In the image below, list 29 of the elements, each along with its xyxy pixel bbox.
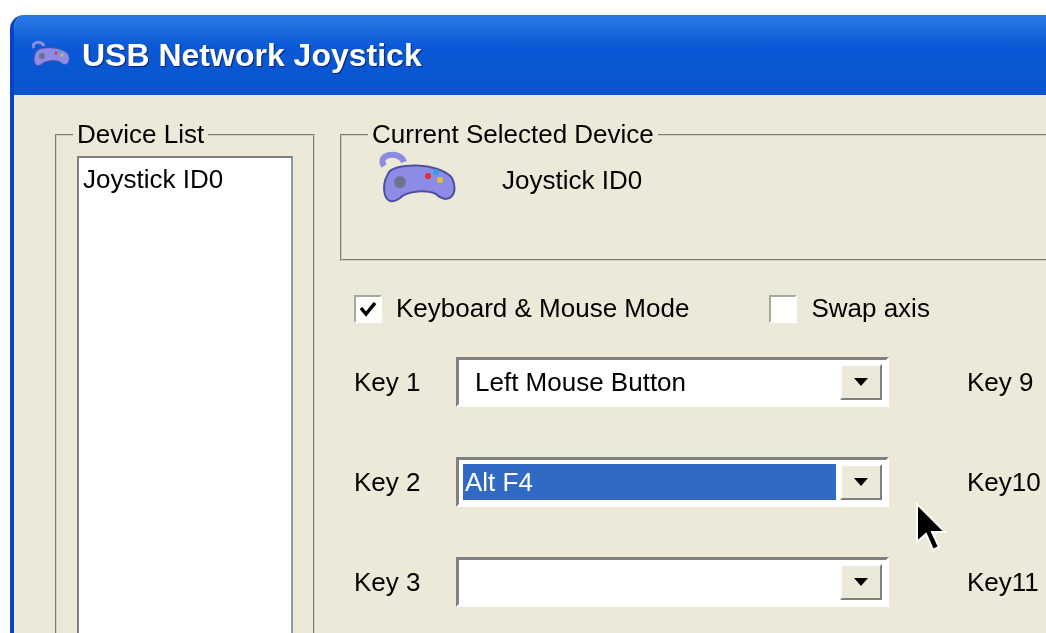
key-label: Key10 [967,466,1041,498]
key-label: Key 2 [354,466,422,498]
checkbox-label: Swap axis [811,293,930,324]
dropdown-arrow-button[interactable] [840,564,882,600]
group-label: Current Selected Device [371,119,655,150]
dropdown-arrow-button[interactable] [840,464,882,500]
device-name: Joystick ID0 [502,164,643,196]
key-label: Key11 [967,566,1039,598]
checkbox-label: Keyboard & Mouse Mode [396,293,690,324]
key-dropdown[interactable] [456,557,889,607]
key-label: Key 1 [354,366,422,398]
key-label: Key 3 [354,566,422,598]
key-dropdown[interactable]: Alt F4 [456,457,889,507]
checkmark-icon [359,299,377,318]
caret-icon [854,378,868,386]
list-item[interactable]: Joystick ID0 [81,162,289,197]
group-label: Device List [76,119,206,150]
mouse-cursor-icon [915,502,949,554]
dropdown-value: Alt F4 [463,464,836,500]
key-dropdown[interactable]: Left Mouse Button [456,357,889,407]
dropdown-value: Left Mouse Button [474,365,688,399]
checkbox[interactable] [769,294,798,323]
key-label: Key 9 [967,366,1034,398]
caret-icon [854,478,868,486]
checkbox[interactable] [354,294,382,323]
dropdown-arrow-button[interactable] [840,364,882,400]
device-list[interactable]: Joystick ID0 [77,156,293,633]
window-title: USB Network Joystick [82,36,422,74]
caret-icon [854,578,868,586]
